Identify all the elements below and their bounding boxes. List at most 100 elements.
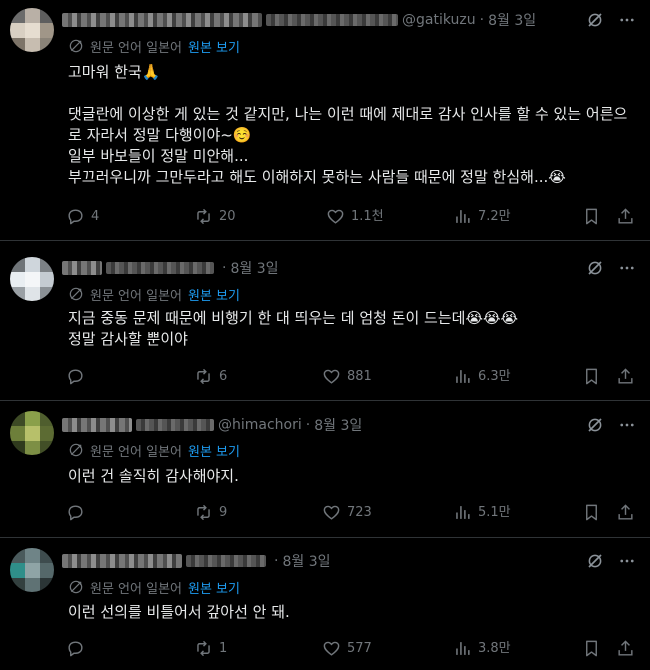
like-button[interactable]: 723 [322, 503, 372, 522]
repost-count: 6 [219, 368, 228, 384]
like-icon [323, 641, 340, 656]
reply-text: 이런 건 솔직히 감사해야지. [68, 467, 239, 485]
bookmark-icon [586, 368, 597, 385]
share-button[interactable] [616, 367, 641, 386]
reply-date[interactable]: 8월 3일 [314, 415, 362, 435]
bookmark-button[interactable] [582, 503, 607, 522]
display-name[interactable] [62, 554, 182, 568]
handle-blur [266, 14, 398, 26]
share-button[interactable] [616, 207, 641, 226]
views-button[interactable]: 6.3만 [453, 367, 511, 386]
view-count: 6.3만 [478, 368, 511, 384]
avatar[interactable] [10, 548, 54, 592]
user-handle[interactable]: @gatikuzu [402, 12, 476, 28]
like-button[interactable]: 577 [322, 639, 372, 658]
translated-from-label: 원문 언어 일본어 [90, 288, 182, 304]
repost-button[interactable]: 20 [194, 207, 236, 226]
repost-count: 20 [219, 208, 236, 224]
like-count: 881 [347, 368, 372, 384]
reply-text: 지금 중동 문제 때문에 비행기 한 대 띄우는 데 엄청 돈이 드는데😭😭😭 … [68, 309, 519, 348]
reply-date[interactable]: 8월 3일 [488, 10, 536, 30]
translated-from-label: 원문 언어 일본어 [90, 444, 182, 460]
more-icon[interactable] [618, 416, 636, 434]
repost-button[interactable]: 1 [194, 639, 227, 658]
like-button[interactable]: 1.1천 [326, 207, 384, 226]
reply-button[interactable] [66, 503, 91, 522]
repost-button[interactable]: 6 [194, 367, 227, 386]
handle-blur [106, 262, 214, 274]
bookmark-button[interactable] [582, 367, 607, 386]
action-bar: 1 577 3.8만 [66, 639, 640, 659]
repost-icon [197, 208, 210, 225]
action-bar: 9 723 5.1만 [66, 503, 640, 523]
display-name[interactable] [62, 13, 262, 27]
avatar[interactable] [10, 8, 54, 52]
reply-icon [68, 505, 83, 521]
show-original-link[interactable]: 원본 보기 [188, 285, 240, 304]
reply-icon [68, 209, 83, 225]
repost-icon [197, 504, 210, 521]
like-icon [327, 209, 344, 224]
like-button[interactable]: 881 [322, 367, 372, 386]
like-icon [323, 369, 340, 384]
translate-icon [69, 580, 83, 594]
like-count: 1.1천 [351, 208, 384, 224]
avatar[interactable] [10, 411, 54, 455]
grok-icon[interactable] [586, 259, 604, 277]
bookmark-button[interactable] [582, 639, 607, 658]
more-icon[interactable] [618, 11, 636, 29]
display-name[interactable] [62, 261, 102, 275]
views-icon [456, 642, 470, 655]
reply-item[interactable]: @himachori · 8월 3일 원문 언어 일본어 원본 보기 이런 건 … [0, 401, 650, 538]
reply-item[interactable]: · 8월 3일 원문 언어 일본어 원본 보기 지금 중동 문제 때문에 비행기… [0, 241, 650, 401]
show-original-link[interactable]: 원본 보기 [188, 37, 240, 56]
handle-blur [136, 419, 214, 431]
reply-button[interactable]: 4 [66, 207, 99, 226]
views-icon [456, 370, 470, 383]
share-button[interactable] [616, 503, 641, 522]
grok-icon[interactable] [586, 11, 604, 29]
reply-button[interactable] [66, 639, 91, 658]
reply-date[interactable]: 8월 3일 [282, 551, 330, 571]
reply-count: 4 [91, 208, 100, 224]
display-name[interactable] [62, 418, 132, 432]
bookmark-icon [586, 640, 597, 657]
translation-note: 원문 언어 일본어 원본 보기 [68, 578, 240, 597]
view-count: 7.2만 [478, 208, 511, 224]
show-original-link[interactable]: 원본 보기 [188, 441, 240, 460]
views-button[interactable]: 5.1만 [453, 503, 511, 522]
views-button[interactable]: 3.8만 [453, 639, 511, 658]
more-icon[interactable] [618, 552, 636, 570]
grok-icon[interactable] [586, 416, 604, 434]
share-icon [618, 368, 633, 384]
like-count: 577 [347, 640, 372, 656]
share-icon [618, 640, 633, 656]
bookmark-button[interactable] [582, 207, 607, 226]
repost-button[interactable]: 9 [194, 503, 227, 522]
views-icon [456, 506, 470, 519]
handle-blur [186, 555, 266, 567]
reply-item[interactable]: @gatikuzu · 8월 3일 원문 언어 일본어 원본 보기 고마워 한국… [0, 0, 650, 241]
grok-icon[interactable] [586, 552, 604, 570]
share-button[interactable] [616, 639, 641, 658]
view-count: 3.8만 [478, 640, 511, 656]
more-icon[interactable] [618, 259, 636, 277]
views-icon [456, 210, 470, 223]
reply-button[interactable] [66, 367, 91, 386]
translate-icon [69, 287, 83, 301]
reply-icon [68, 369, 83, 385]
repost-count: 9 [219, 504, 228, 520]
separator-dot: · [305, 417, 311, 433]
reply-date[interactable]: 8월 3일 [230, 258, 278, 278]
like-icon [323, 505, 340, 520]
reply-text: 이런 선의를 비틀어서 갚아선 안 돼. [68, 603, 290, 621]
user-handle[interactable]: @himachori [218, 417, 302, 433]
avatar[interactable] [10, 257, 54, 301]
separator-dot: · [479, 12, 485, 28]
reply-item[interactable]: · 8월 3일 원문 언어 일본어 원본 보기 이런 선의를 비틀어서 갚아선 … [0, 538, 650, 670]
views-button[interactable]: 7.2만 [453, 207, 511, 226]
repost-count: 1 [219, 640, 228, 656]
reply-text: 고마워 한국🙏 댓글란에 이상한 게 있는 것 같지만, 나는 이런 때에 제대… [68, 63, 628, 186]
show-original-link[interactable]: 원본 보기 [188, 578, 240, 597]
translation-note: 원문 언어 일본어 원본 보기 [68, 37, 240, 56]
